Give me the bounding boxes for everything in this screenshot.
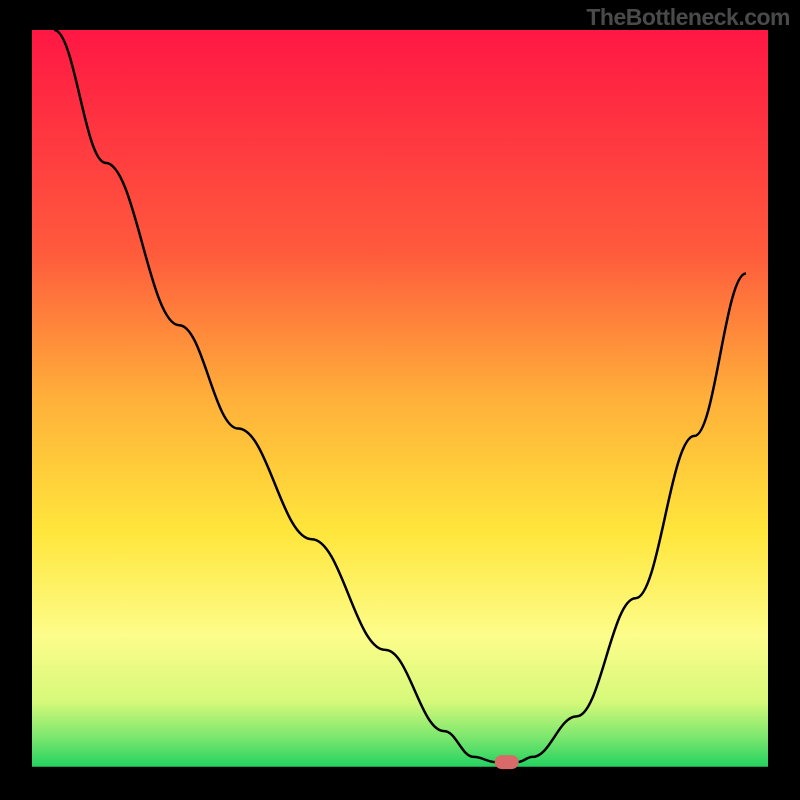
optimal-marker [495, 755, 519, 769]
bottleneck-chart [0, 0, 800, 800]
plot-background [32, 30, 768, 768]
watermark-text: TheBottleneck.com [586, 4, 790, 31]
chart-container: TheBottleneck.com [0, 0, 800, 800]
